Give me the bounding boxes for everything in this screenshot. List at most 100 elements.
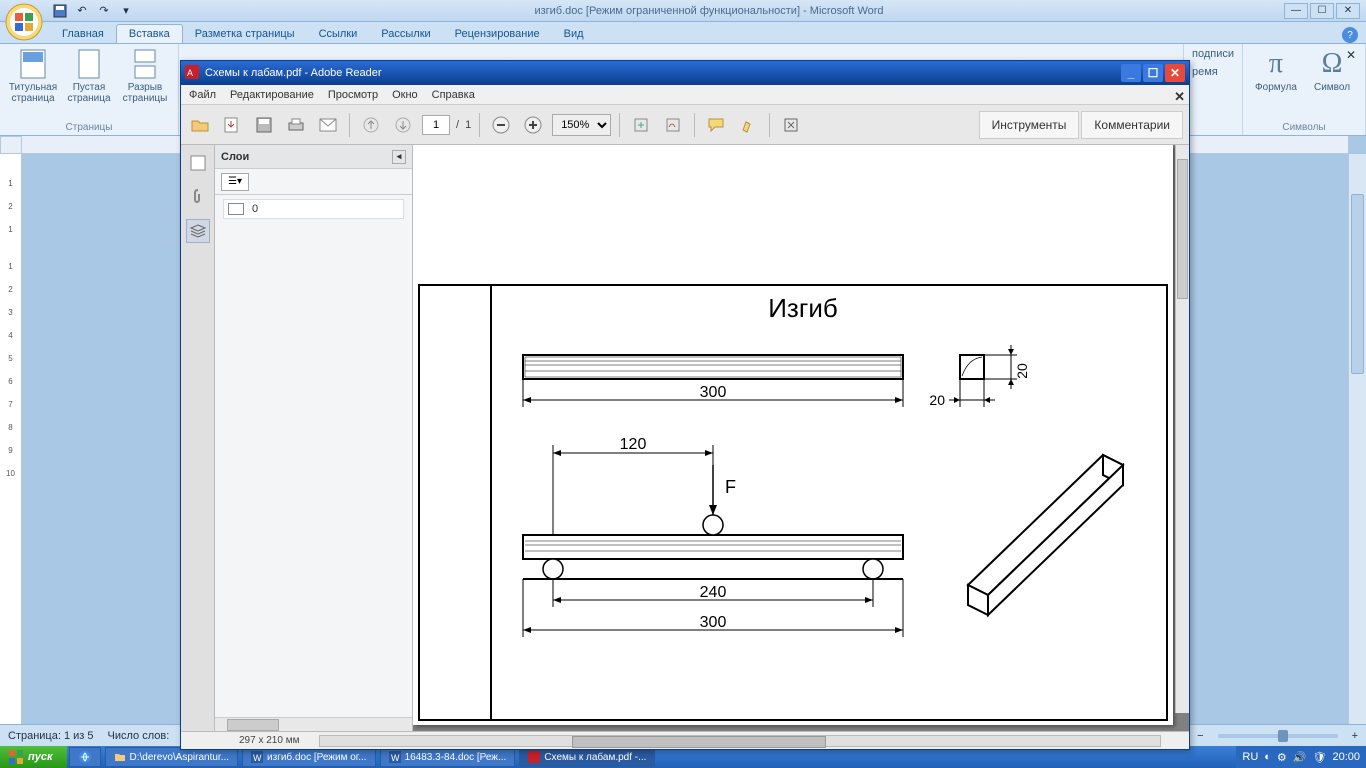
pdf-icon: A: [185, 65, 199, 82]
document-close-button[interactable]: ✕: [1342, 46, 1360, 64]
read-mode-icon[interactable]: [778, 112, 804, 138]
symbol-label: Символ: [1314, 82, 1350, 93]
page-number-input[interactable]: [422, 115, 450, 135]
task-folder[interactable]: D:\derevo\Aspirantur...: [105, 747, 239, 767]
pdf-page-area[interactable]: Изгиб 300: [413, 145, 1189, 731]
svg-text:300: 300: [700, 614, 727, 631]
layers-horizontal-scrollbar[interactable]: [215, 717, 412, 731]
word-minimize-button[interactable]: —: [1284, 3, 1308, 19]
layers-icon[interactable]: [186, 219, 210, 243]
svg-text:20: 20: [1014, 363, 1030, 379]
reader-statusbar: 297 x 210 мм: [181, 731, 1189, 749]
word-titlebar: ↶ ↷ ▾ изгиб.doc [Режим ограниченной функ…: [0, 0, 1366, 22]
menu-view[interactable]: Просмотр: [328, 89, 378, 101]
ribbon-group-pages: Титульная страница Пустая страница Разры…: [0, 44, 179, 135]
equation-label: Формула: [1255, 82, 1297, 93]
signature-line-label[interactable]: подписи: [1192, 48, 1234, 60]
reader-horizontal-scrollbar[interactable]: [319, 735, 1161, 747]
share-icon[interactable]: [628, 112, 654, 138]
layer-visibility-icon[interactable]: [228, 203, 244, 215]
status-words[interactable]: Число слов:: [108, 730, 170, 742]
menu-window[interactable]: Окно: [392, 89, 418, 101]
layers-panel: Слои ◂ ☰▾ 0: [215, 145, 413, 731]
cover-page-label: Титульная страница: [8, 82, 58, 104]
blank-page-label: Пустая страница: [64, 82, 114, 104]
system-tray[interactable]: RU ◐ ⚙ 🔊 🛡 20:00: [1236, 746, 1366, 768]
save-icon[interactable]: [52, 3, 68, 19]
tab-home[interactable]: Главная: [50, 25, 116, 43]
redo-icon[interactable]: ↷: [96, 3, 112, 19]
reader-vertical-scrollbar[interactable]: [1175, 145, 1189, 713]
clock[interactable]: 20:00: [1332, 751, 1360, 763]
start-button[interactable]: пуск: [0, 746, 67, 768]
blank-page-button[interactable]: Пустая страница: [64, 48, 114, 104]
sign-icon[interactable]: [660, 112, 686, 138]
task-word-2[interactable]: W16483.3-84.doc [Реж...: [380, 747, 516, 767]
layer-row[interactable]: 0: [223, 199, 404, 219]
zoom-select[interactable]: 150%: [552, 114, 611, 136]
tab-insert[interactable]: Вставка: [116, 24, 183, 43]
menu-edit[interactable]: Редактирование: [230, 89, 314, 101]
equation-button[interactable]: πФормула: [1251, 48, 1301, 93]
qat-dropdown-icon[interactable]: ▾: [118, 3, 134, 19]
next-page-icon[interactable]: [390, 112, 416, 138]
tools-button[interactable]: Инструменты: [979, 111, 1080, 139]
reader-maximize-button[interactable]: ☐: [1143, 64, 1163, 82]
svg-text:A: A: [187, 68, 193, 78]
tab-references[interactable]: Ссылки: [307, 25, 370, 43]
menu-file[interactable]: Файл: [189, 89, 216, 101]
date-time-label[interactable]: ремя: [1192, 66, 1218, 78]
layer-name: 0: [252, 203, 258, 215]
task-word-1[interactable]: Wизгиб.doc [Режим ог...: [242, 747, 376, 767]
zoom-out-icon[interactable]: [488, 112, 514, 138]
tab-mailings[interactable]: Рассылки: [369, 25, 442, 43]
quick-launch-ie[interactable]: [69, 747, 101, 767]
svg-text:Изгиб: Изгиб: [768, 293, 838, 323]
comment-icon[interactable]: [703, 112, 729, 138]
reader-toolbar: / 1 150% Инструменты Комментарии: [181, 105, 1189, 145]
tab-review[interactable]: Рецензирование: [443, 25, 552, 43]
prev-page-icon[interactable]: [358, 112, 384, 138]
attachments-icon[interactable]: [186, 185, 210, 209]
help-icon[interactable]: ?: [1342, 27, 1358, 43]
highlight-icon[interactable]: [735, 112, 761, 138]
tab-layout[interactable]: Разметка страницы: [183, 25, 307, 43]
zoom-out-icon[interactable]: −: [1197, 730, 1203, 742]
status-page[interactable]: Страница: 1 из 5: [8, 730, 94, 742]
start-label: пуск: [28, 751, 53, 763]
task-reader[interactable]: Схемы к лабам.pdf -...: [519, 747, 655, 767]
tray-icon-4[interactable]: 🛡: [1313, 751, 1327, 764]
zoom-slider[interactable]: [1218, 734, 1338, 738]
reader-close-button[interactable]: ✕: [1165, 64, 1185, 82]
thumbnails-icon[interactable]: [186, 151, 210, 175]
email-icon[interactable]: [315, 112, 341, 138]
tray-icon-1[interactable]: ◐: [1264, 751, 1271, 763]
collapse-panel-icon[interactable]: ◂: [392, 150, 406, 164]
zoom-in-icon[interactable]: [520, 112, 546, 138]
word-window-title: изгиб.doc [Режим ограниченной функционал…: [134, 5, 1284, 17]
reader-minimize-button[interactable]: _: [1121, 64, 1141, 82]
lang-indicator[interactable]: RU: [1242, 751, 1258, 763]
print-icon[interactable]: [283, 112, 309, 138]
cover-page-button[interactable]: Титульная страница: [8, 48, 58, 104]
layers-options-icon[interactable]: ☰▾: [221, 173, 249, 191]
reader-doc-close-button[interactable]: ✕: [1174, 89, 1185, 105]
undo-icon[interactable]: ↶: [74, 3, 90, 19]
export-pdf-icon[interactable]: [219, 112, 245, 138]
ruler-vertical[interactable]: 12112345678910: [0, 154, 22, 724]
page-break-button[interactable]: Разрыв страницы: [120, 48, 170, 104]
open-file-icon[interactable]: [187, 112, 213, 138]
reader-titlebar[interactable]: A Схемы к лабам.pdf - Adobe Reader _ ☐ ✕: [181, 61, 1189, 85]
office-button[interactable]: [4, 2, 44, 42]
word-close-button[interactable]: ✕: [1336, 3, 1360, 19]
word-maximize-button[interactable]: ☐: [1310, 3, 1334, 19]
comments-button[interactable]: Комментарии: [1081, 111, 1183, 139]
layers-toolbar: ☰▾: [215, 169, 412, 195]
save-icon[interactable]: [251, 112, 277, 138]
tray-icon-2[interactable]: ⚙: [1277, 751, 1287, 764]
menu-help[interactable]: Справка: [432, 89, 475, 101]
word-vertical-scrollbar[interactable]: [1348, 154, 1366, 724]
tray-icon-3[interactable]: 🔊: [1293, 751, 1307, 764]
tab-view[interactable]: Вид: [552, 25, 596, 43]
zoom-in-icon[interactable]: +: [1352, 730, 1358, 742]
